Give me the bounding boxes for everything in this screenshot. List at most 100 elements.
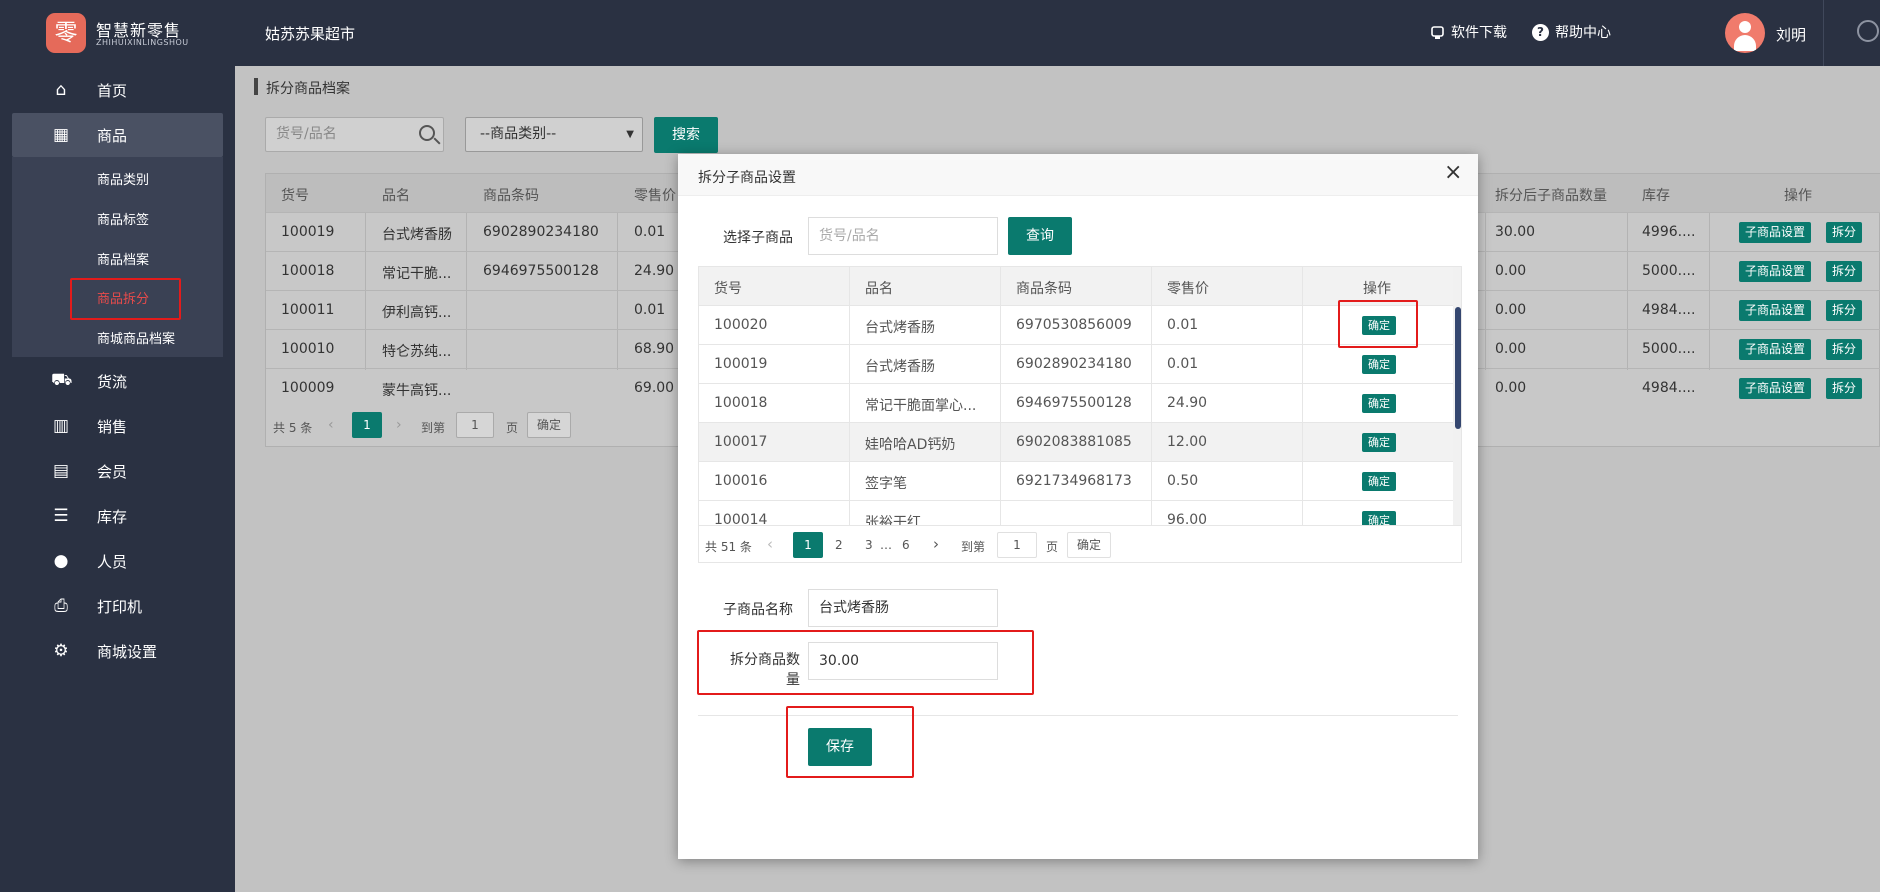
column-header: 零售价: [1167, 281, 1209, 297]
sidebar-item-mall-settings[interactable]: ⚙ 商城设置: [0, 629, 235, 673]
cell-code: 100018: [281, 263, 335, 279]
pager-confirm-button[interactable]: 确定: [527, 412, 571, 438]
confirm-button[interactable]: 确定: [1362, 394, 1396, 413]
confirm-button[interactable]: 确定: [1362, 433, 1396, 452]
cell-name: 特仑苏纯...: [382, 344, 452, 360]
next-page-icon[interactable]: ›: [396, 417, 402, 433]
breadcrumb: 拆分商品档案: [266, 81, 350, 97]
pager-total: 共 5 条: [273, 421, 313, 435]
cell-name: 娃哈哈AD钙奶: [865, 437, 956, 453]
child-goods-name-label: 子商品名称: [723, 602, 793, 618]
next-page-icon[interactable]: ›: [933, 535, 939, 553]
top-bar: 零 智慧新零售 ZHIHUIXINLINGSHOU 姑苏苏果超市 软件下载 ? …: [0, 0, 1880, 66]
split-button[interactable]: 拆分: [1826, 261, 1863, 282]
store-name: 姑苏苏果超市: [265, 25, 356, 43]
table-row[interactable]: 100017 娃哈哈AD钙奶 6902083881085 12.00 确定: [699, 423, 1453, 462]
table-row[interactable]: 100019 台式烤香肠 6902890234180 0.01 确定: [699, 345, 1453, 384]
pager-goto-label: 到第: [961, 540, 986, 554]
search-placeholder: 货号/品名: [276, 126, 337, 142]
grid-icon: ▦: [52, 125, 70, 145]
cell-name: 常记干脆面掌心...: [865, 398, 977, 414]
cell-price: 68.90: [634, 341, 675, 357]
pager-goto-input[interactable]: 1: [997, 532, 1037, 558]
column-header: 操作: [1784, 188, 1812, 204]
help-center-label: 帮助中心: [1555, 25, 1611, 41]
search-icon[interactable]: [419, 125, 435, 141]
sidebar-item-inventory[interactable]: ☰ 库存: [0, 494, 235, 538]
sidebar-item-sales[interactable]: ▥ 销售: [0, 404, 235, 448]
confirm-button[interactable]: 确定: [1362, 511, 1396, 525]
power-icon[interactable]: [1857, 20, 1879, 42]
pager-goto-label: 到第: [421, 421, 446, 435]
sub-goods-setting-button[interactable]: 子商品设置: [1739, 261, 1812, 282]
submenu-item-mall-archive[interactable]: 商城商品档案: [97, 328, 175, 347]
split-button[interactable]: 拆分: [1826, 222, 1863, 243]
category-select-value: --商品类别--: [480, 126, 557, 142]
close-icon[interactable]: ×: [1444, 162, 1462, 184]
pager-page-2[interactable]: 2: [835, 538, 843, 552]
sidebar-item-label: 会员: [97, 462, 128, 481]
column-header: 零售价: [634, 188, 676, 204]
avatar[interactable]: [1725, 13, 1765, 53]
submenu-item-label[interactable]: 商品标签: [97, 209, 149, 228]
sub-goods-setting-button[interactable]: 子商品设置: [1739, 378, 1812, 399]
sidebar-item-goods[interactable]: ▦ 商品: [12, 113, 223, 157]
sidebar-item-home[interactable]: ⌂ 首页: [0, 68, 235, 112]
sidebar-item-logistics[interactable]: ⛟ 货流: [0, 359, 235, 403]
pager-page-3[interactable]: 3: [865, 538, 873, 552]
pager-goto-input[interactable]: 1: [456, 412, 494, 438]
cell-price: 12.00: [1167, 434, 1208, 450]
search-input[interactable]: 货号/品名: [265, 117, 444, 152]
submenu-item-archive[interactable]: 商品档案: [97, 249, 149, 268]
prev-page-icon[interactable]: ‹: [767, 535, 773, 553]
column-header: 拆分后子商品数量: [1495, 188, 1607, 204]
table-row[interactable]: 100014 张裕干红 96.00 确定: [699, 501, 1453, 525]
split-button[interactable]: 拆分: [1826, 378, 1863, 399]
dialog-title: 拆分子商品设置: [698, 170, 796, 186]
search-button[interactable]: 搜索: [654, 117, 718, 153]
pager-page-6[interactable]: 6: [902, 538, 910, 552]
split-button[interactable]: 拆分: [1826, 339, 1863, 360]
vertical-scrollbar[interactable]: [1453, 267, 1461, 525]
software-download-link[interactable]: 软件下载: [1430, 22, 1507, 42]
prev-page-icon[interactable]: ‹: [328, 417, 334, 433]
cell-name: 台式烤香肠: [865, 320, 935, 336]
cell-name: 张裕干红: [865, 515, 921, 525]
sub-goods-setting-button[interactable]: 子商品设置: [1739, 339, 1812, 360]
pager-current-page[interactable]: 1: [352, 412, 382, 438]
category-select[interactable]: --商品类别-- ▼: [465, 117, 643, 152]
pager-page-1[interactable]: 1: [793, 532, 823, 558]
cell-name: 台式烤香肠: [382, 227, 452, 243]
id-card-icon: ▤: [52, 461, 70, 481]
printer-icon: ⎙: [54, 596, 68, 616]
goods-submenu: 商品类别 商品标签 商品档案 商品拆分 商城商品档案: [12, 157, 223, 357]
cell-barcode: 6902083881085: [1016, 434, 1132, 450]
cell-name: 蒙牛高钙...: [382, 383, 452, 399]
user-name[interactable]: 刘明: [1776, 24, 1806, 45]
submenu-item-category[interactable]: 商品类别: [97, 169, 149, 188]
cell-price: 0.01: [1167, 356, 1199, 372]
child-goods-name-field[interactable]: 台式烤香肠: [808, 589, 998, 627]
sidebar-item-staff[interactable]: ● 人员: [0, 539, 235, 583]
sidebar-item-members[interactable]: ▤ 会员: [0, 449, 235, 493]
sidebar-item-printer[interactable]: ⎙ 打印机: [0, 584, 235, 628]
sub-goods-search-input[interactable]: 货号/品名: [808, 217, 998, 255]
confirm-button[interactable]: 确定: [1362, 472, 1396, 491]
cell-price: 0.01: [634, 224, 666, 240]
confirm-button[interactable]: 确定: [1362, 355, 1396, 374]
sidebar-item-label: 商品: [97, 126, 128, 145]
query-button[interactable]: 查询: [1008, 217, 1072, 255]
cell-price: 0.50: [1167, 473, 1199, 489]
pager-confirm-button[interactable]: 确定: [1067, 532, 1111, 558]
cell-name: 伊利高钙...: [382, 305, 452, 321]
cell-code: 100020: [714, 317, 768, 333]
scrollbar-thumb[interactable]: [1455, 307, 1461, 429]
table-row[interactable]: 100016 签字笔 6921734968173 0.50 确定: [699, 462, 1453, 501]
sub-goods-setting-button[interactable]: 子商品设置: [1739, 222, 1812, 243]
sub-goods-setting-button[interactable]: 子商品设置: [1739, 300, 1812, 321]
table-row[interactable]: 100018 常记干脆面掌心... 6946975500128 24.90 确定: [699, 384, 1453, 423]
split-button[interactable]: 拆分: [1826, 300, 1863, 321]
sidebar: ⌂ 首页 ▦ 商品 商品类别 商品标签 商品档案 商品拆分 商城商品档案 ⛟ 货…: [0, 66, 235, 892]
cell-code: 100010: [281, 341, 335, 357]
help-center-link[interactable]: ? 帮助中心: [1532, 22, 1611, 42]
